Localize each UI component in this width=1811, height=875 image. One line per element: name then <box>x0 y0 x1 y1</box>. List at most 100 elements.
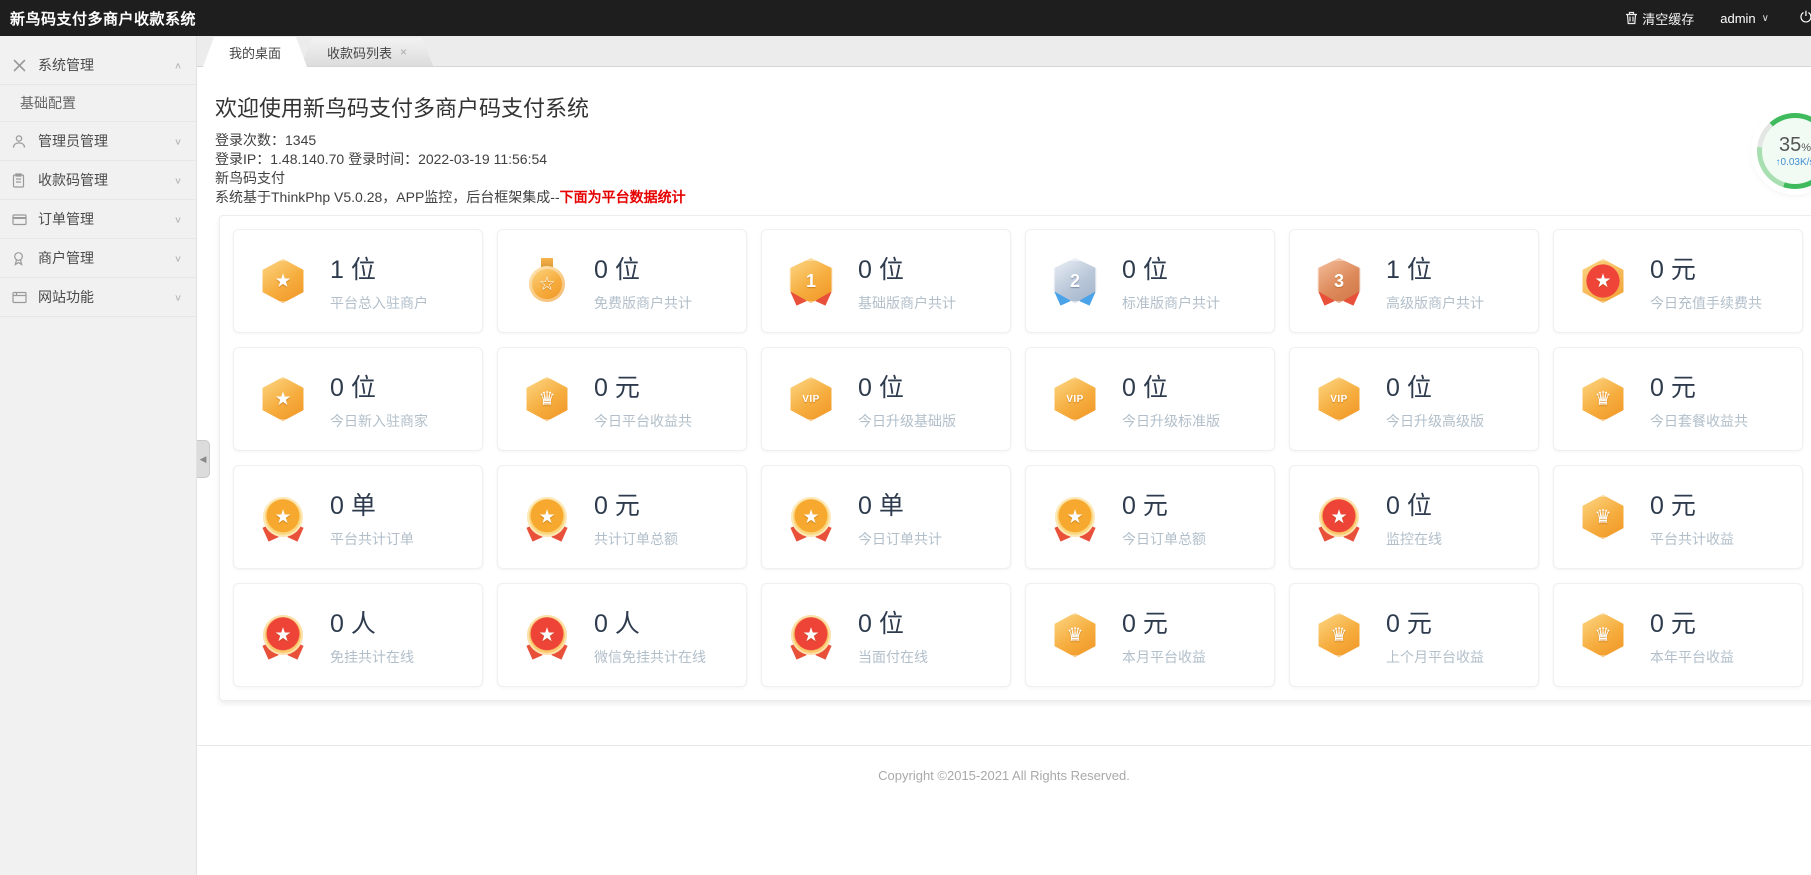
stat-text: 0 位今日升级标准版 <box>1122 368 1220 431</box>
stat-value: 0 元 <box>1650 373 1696 402</box>
sidebar-subitem-system-0[interactable]: 基础配置 <box>0 85 196 122</box>
stat-text: 0 单平台共计订单 <box>330 486 414 549</box>
hex-crown-gold-icon: ♛ <box>524 376 570 422</box>
stat-label: 本月平台收益 <box>1122 648 1206 665</box>
medal-star-red-icon: ★ <box>524 612 570 658</box>
medal-pin-gold-icon: ☆ <box>524 258 570 304</box>
stat-text: 0 单今日订单共计 <box>858 486 942 549</box>
stat-text: 0 元本月平台收益 <box>1122 604 1206 667</box>
stat-card: ★ 0 位今日新入驻商家 <box>233 347 483 451</box>
stat-value: 1 位 <box>1386 255 1432 284</box>
username: admin <box>1720 10 1756 26</box>
stat-value: 1 位 <box>330 255 376 284</box>
stat-text: 0 位当面付在线 <box>858 604 928 667</box>
tab-bar: 我的桌面 收款码列表 × <box>197 36 1811 67</box>
topbar-actions: 清空缓存 admin ∨ <box>1625 9 1811 28</box>
gauge-rate: ↑0.03K/s <box>1775 156 1811 168</box>
stat-card: ★ 0 元今日充值手续费共 <box>1553 229 1803 333</box>
sidebar-item-system[interactable]: 系统管理 ∧ <box>0 46 196 85</box>
stat-value: 0 元 <box>1386 609 1432 638</box>
hex-crown-gold-icon: ♛ <box>1580 612 1626 658</box>
hex-crown-gold-icon: ♛ <box>1580 376 1626 422</box>
stat-label: 基础版商户共计 <box>858 294 956 311</box>
medal-star-gold-icon: ★ <box>788 494 834 540</box>
stat-label: 今日新入驻商家 <box>330 412 428 429</box>
stat-label: 免费版商户共计 <box>594 294 692 311</box>
tab-my-desktop[interactable]: 我的桌面 <box>203 37 307 67</box>
stat-text: 0 元今日订单总额 <box>1122 486 1206 549</box>
stat-text: 0 元今日平台收益共 <box>594 368 692 431</box>
stat-card: ♛ 0 元本年平台收益 <box>1553 583 1803 687</box>
main-area: 我的桌面 收款码列表 × 欢迎使用新鸟码支付多商户码支付系统 登录次数：1345 登… <box>197 36 1811 875</box>
stat-value: 0 人 <box>330 609 376 638</box>
tab-qrcode-list[interactable]: 收款码列表 × <box>301 38 433 66</box>
stat-label: 今日套餐收益共 <box>1650 412 1748 429</box>
stat-text: 0 元今日充值手续费共 <box>1650 250 1762 313</box>
stat-label: 今日订单共计 <box>858 530 942 547</box>
sidebar-item-merchants[interactable]: 商户管理 ∨ <box>0 239 196 278</box>
stat-value: 0 元 <box>594 373 640 402</box>
medal-star-gold-icon: ★ <box>524 494 570 540</box>
stat-text: 0 人免挂共计在线 <box>330 604 414 667</box>
sidebar-item-qrcodes[interactable]: 收款码管理 ∨ <box>0 161 196 200</box>
gauge-face: 35% ↑0.03K/s <box>1762 118 1811 184</box>
app-title: 新鸟码支付多商户收款系统 <box>10 10 197 28</box>
user-menu[interactable]: admin ∨ <box>1720 11 1769 26</box>
medal-star-gold-icon: ★ <box>260 494 306 540</box>
medal-star-red-icon: ★ <box>788 612 834 658</box>
login-info: 登录IP：1.48.140.70 登录时间：2022-03-19 11:56:5… <box>215 151 548 167</box>
stat-value: 0 位 <box>330 373 376 402</box>
wrench-icon <box>12 57 30 73</box>
sidebar-item-orders[interactable]: 订单管理 ∨ <box>0 200 196 239</box>
stat-text: 0 位今日新入驻商家 <box>330 368 428 431</box>
sidebar-item-website[interactable]: 网站功能 ∨ <box>0 278 196 317</box>
stats-grid: ★ 1 位平台总入驻商户 ☆ 0 位免费版商户共计 1 0 位基础版商户共计 2 0 位标准版… <box>233 229 1805 687</box>
shield-rank1-gold-icon: 1 <box>788 258 834 304</box>
card-icon <box>12 211 30 227</box>
stat-label: 本年平台收益 <box>1650 648 1734 665</box>
chevron-down-icon: ∨ <box>1761 12 1769 24</box>
clipboard-icon <box>12 172 30 188</box>
stat-text: 0 位监控在线 <box>1386 486 1442 549</box>
chevron-up-icon: ∧ <box>173 60 182 71</box>
stat-label: 今日升级高级版 <box>1386 412 1484 429</box>
stat-card: 2 0 位标准版商户共计 <box>1025 229 1275 333</box>
stat-value: 0 位 <box>1386 491 1432 520</box>
clear-cache-button[interactable]: 清空缓存 <box>1625 9 1694 28</box>
chevron-down-icon: ∨ <box>173 253 182 264</box>
sidebar-item-label: 收款码管理 <box>38 172 108 188</box>
stat-value: 0 元 <box>1650 609 1696 638</box>
sidebar-collapse-handle[interactable]: ◀ <box>197 440 210 478</box>
stat-value: 0 位 <box>858 373 904 402</box>
shield-rank2-silver-icon: 2 <box>1052 258 1098 304</box>
sidebar-item-admins[interactable]: 管理员管理 ∨ <box>0 122 196 161</box>
chevron-down-icon: ∨ <box>173 175 182 186</box>
close-icon[interactable]: × <box>400 46 407 58</box>
stat-label: 微信免挂共计在线 <box>594 648 706 665</box>
tab-label: 我的桌面 <box>229 45 282 61</box>
stat-value: 0 单 <box>330 491 376 520</box>
stat-label: 今日充值手续费共 <box>1650 294 1762 311</box>
chevron-down-icon: ∨ <box>173 214 182 225</box>
stat-label: 平台总入驻商户 <box>330 294 428 311</box>
stat-card: ★ 0 单平台共计订单 <box>233 465 483 569</box>
stat-card: ★ 0 元今日订单总额 <box>1025 465 1275 569</box>
stat-card: ♛ 0 元平台共计收益 <box>1553 465 1803 569</box>
stat-value: 0 人 <box>594 609 640 638</box>
stat-value: 0 位 <box>1386 373 1432 402</box>
stat-value: 0 位 <box>1122 255 1168 284</box>
stat-text: 0 位今日升级高级版 <box>1386 368 1484 431</box>
stat-card: ★ 0 单今日订单共计 <box>761 465 1011 569</box>
stat-card: ♛ 0 元上个月平台收益 <box>1289 583 1539 687</box>
stat-text: 0 元本年平台收益 <box>1650 604 1734 667</box>
hex-shield-red-icon: ★ <box>1580 258 1626 304</box>
hex-crown-gold-icon: ♛ <box>1316 612 1362 658</box>
stat-label: 今日升级基础版 <box>858 412 956 429</box>
stat-text: 0 元上个月平台收益 <box>1386 604 1484 667</box>
stat-label: 上个月平台收益 <box>1386 648 1484 665</box>
sidebar-item-label: 系统管理 <box>38 57 94 73</box>
stat-card: VIP 0 位今日升级高级版 <box>1289 347 1539 451</box>
content: 欢迎使用新鸟码支付多商户码支付系统 登录次数：1345 登录IP：1.48.14… <box>197 67 1811 875</box>
partial-edge-icon[interactable]: ⏻ <box>1800 9 1811 27</box>
brand-name: 新鸟码支付 <box>215 170 285 186</box>
